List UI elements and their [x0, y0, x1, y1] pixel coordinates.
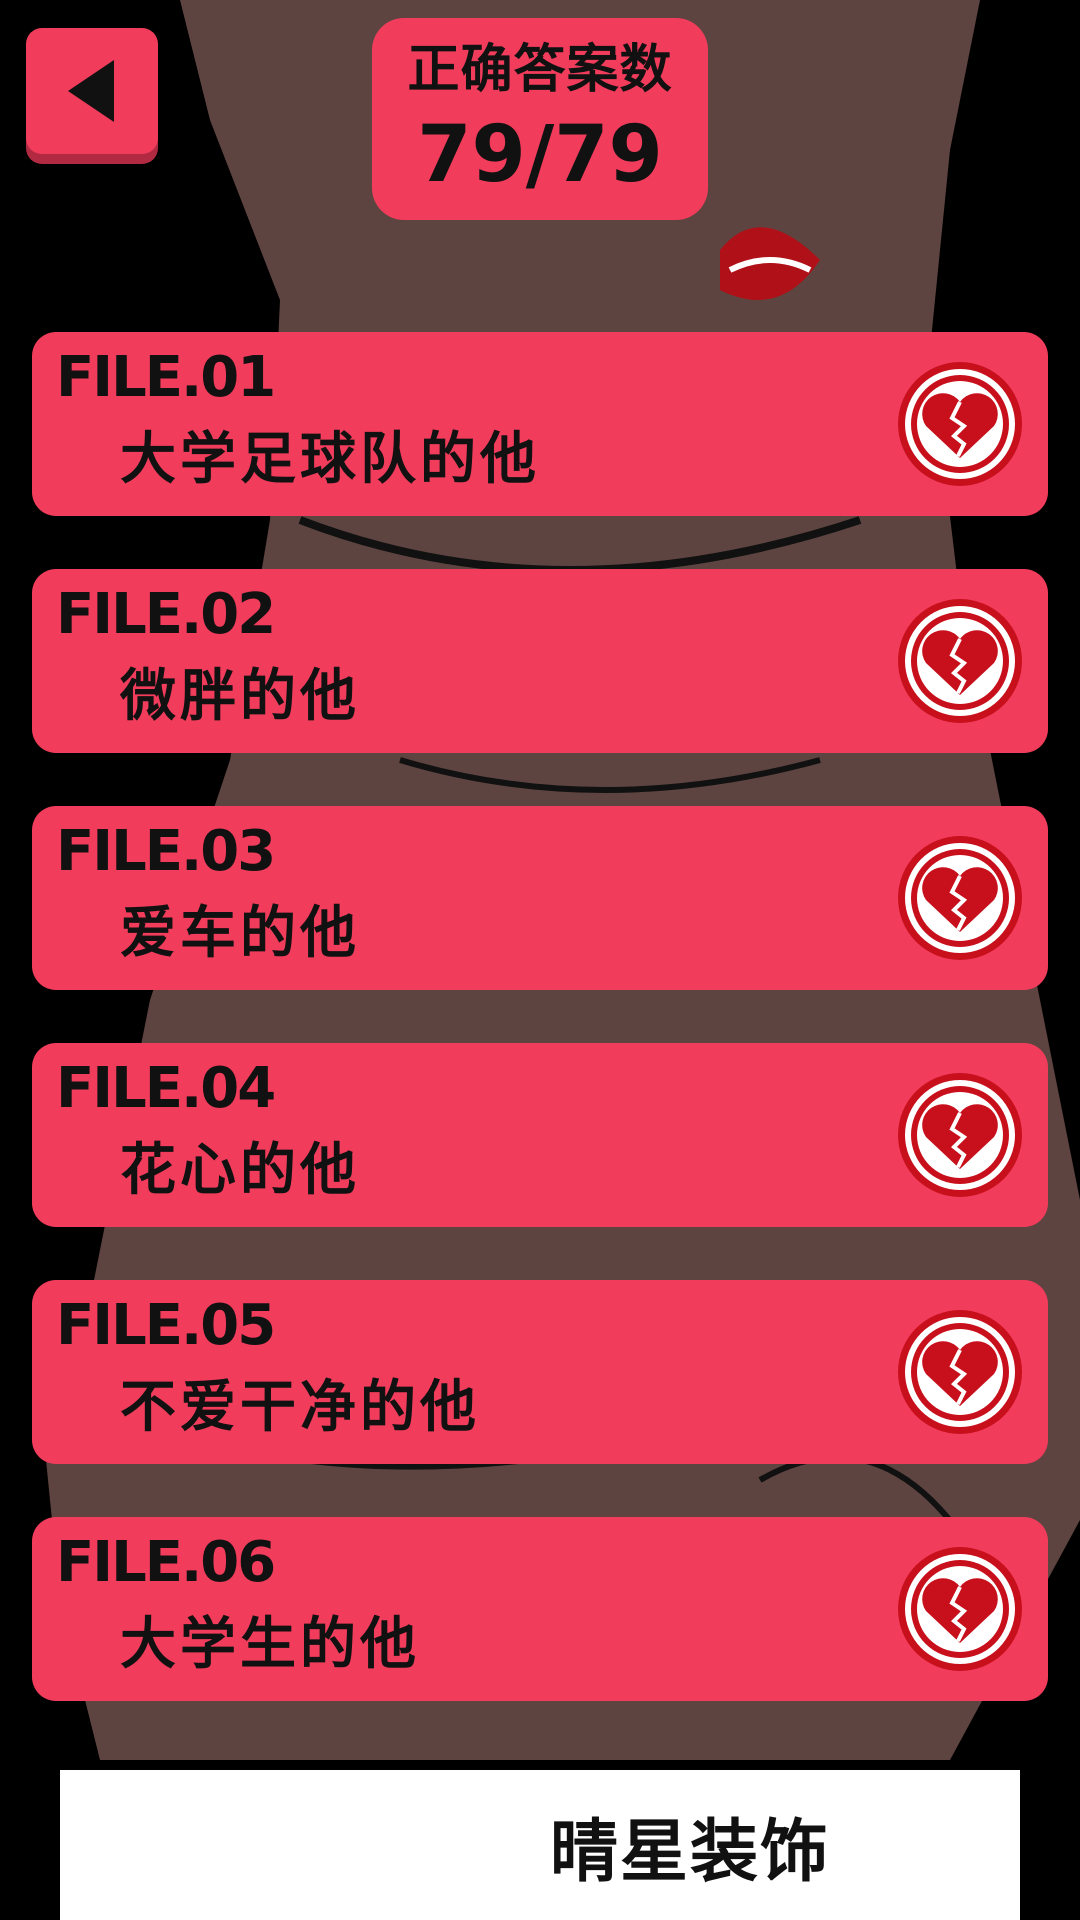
broken-heart-icon [896, 1308, 1024, 1436]
banner-text: 晴星装饰 [550, 1812, 831, 1892]
score-value: 79/79 [417, 110, 663, 200]
file-code: FILE.04 [56, 1056, 276, 1121]
broken-heart-icon [896, 1545, 1024, 1673]
file-item-05[interactable]: FILE.05 不爱干净的他 [32, 1280, 1048, 1464]
broken-heart-icon [896, 360, 1024, 488]
file-code: FILE.05 [56, 1293, 276, 1358]
broken-heart-icon [896, 834, 1024, 962]
file-name: 不爱干净的他 [120, 1375, 480, 1440]
back-arrow-icon [68, 60, 114, 122]
ad-banner[interactable]: 晴星装饰 [60, 1770, 1020, 1920]
file-name: 大学足球队的他 [120, 427, 540, 492]
file-code: FILE.03 [56, 819, 276, 884]
file-code: FILE.02 [56, 582, 276, 647]
file-item-06[interactable]: FILE.06 大学生的他 [32, 1517, 1048, 1701]
file-name: 大学生的他 [120, 1612, 420, 1677]
broken-heart-icon [896, 1071, 1024, 1199]
file-list: FILE.01 大学足球队的他 FILE.02 微胖的他 FILE.03 爱车的… [32, 332, 1048, 1754]
file-code: FILE.01 [56, 345, 276, 410]
file-item-04[interactable]: FILE.04 花心的他 [32, 1043, 1048, 1227]
file-code: FILE.06 [56, 1530, 276, 1595]
file-name: 花心的他 [120, 1138, 360, 1203]
file-name: 微胖的他 [120, 664, 360, 729]
back-button[interactable] [26, 28, 158, 154]
file-item-01[interactable]: FILE.01 大学足球队的他 [32, 332, 1048, 516]
broken-heart-icon [896, 597, 1024, 725]
score-label: 正确答案数 [407, 40, 673, 100]
file-name: 爱车的他 [120, 901, 360, 966]
correct-answers-counter: 正确答案数 79/79 [372, 18, 708, 220]
file-item-02[interactable]: FILE.02 微胖的他 [32, 569, 1048, 753]
file-item-03[interactable]: FILE.03 爱车的他 [32, 806, 1048, 990]
